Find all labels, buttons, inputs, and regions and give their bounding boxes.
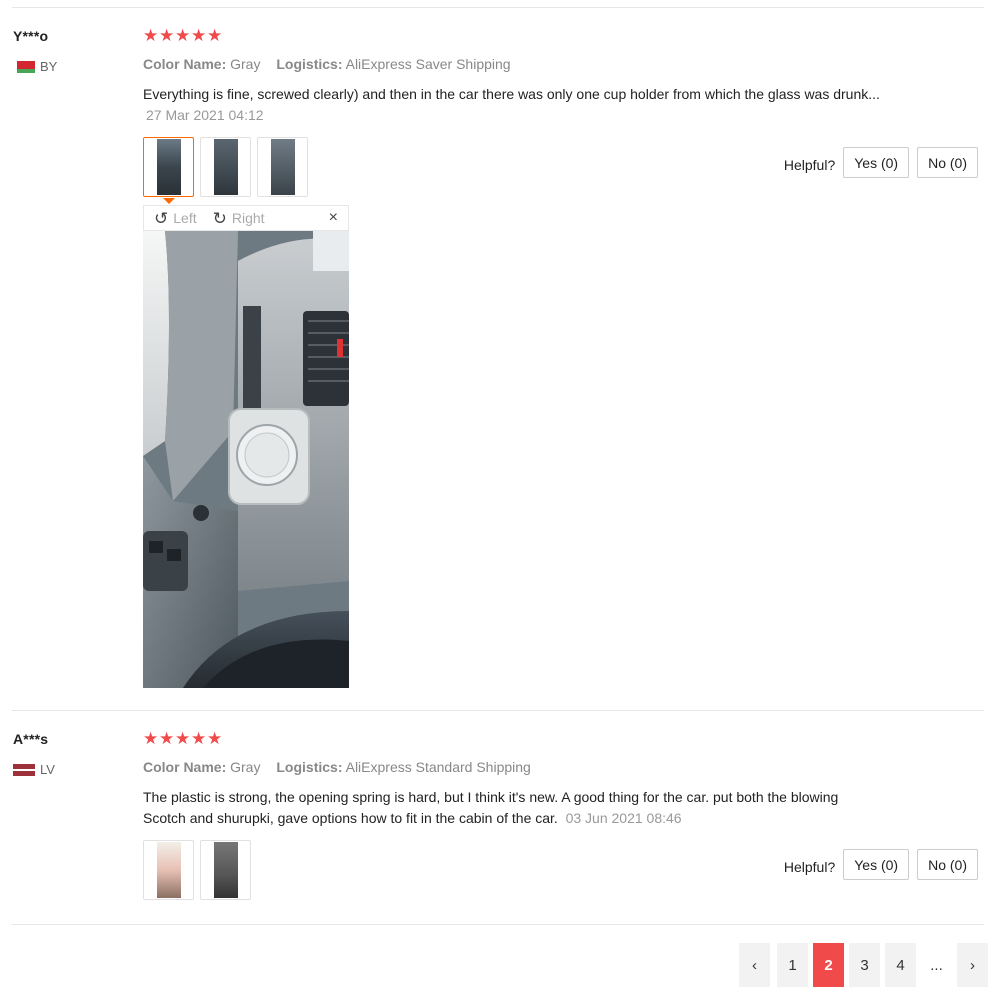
- review-text: Everything is fine, screwed clearly) and…: [143, 84, 903, 126]
- photo-viewer-toolbar: ↺ Left ↻ Right ×: [143, 205, 349, 231]
- reviewer-name: Y***o: [13, 28, 49, 44]
- page-button-3[interactable]: 3: [849, 943, 880, 987]
- prev-page-button[interactable]: ‹: [739, 943, 770, 987]
- car-interior-photo: [143, 231, 349, 688]
- helpful-label: Helpful?: [783, 156, 836, 173]
- helpful-yes-button[interactable]: Yes (0): [843, 147, 910, 178]
- reviewer-country: BY: [13, 59, 57, 74]
- helpful-no-button[interactable]: No (0): [917, 147, 978, 178]
- review-body: Everything is fine, screwed clearly) and…: [143, 86, 880, 102]
- helpful-no-button[interactable]: No (0): [917, 849, 978, 880]
- photo-thumbnail[interactable]: [143, 137, 194, 204]
- reviewer-country: LV: [13, 762, 55, 777]
- star-icon: ★: [191, 26, 207, 45]
- helpful-votes: Helpful? Yes (0) No (0): [784, 147, 978, 178]
- color-label: Color Name:: [143, 56, 227, 72]
- flag-by-icon: [13, 60, 35, 73]
- pagination: ‹ 1 2 3 4 ... ›: [739, 943, 988, 987]
- logistics-label: Logistics:: [276, 56, 343, 72]
- star-icon: ★: [191, 729, 207, 748]
- rotate-right-button[interactable]: ↻ Right: [213, 210, 265, 227]
- review-photos: [143, 840, 251, 900]
- flag-lv-icon: [13, 763, 35, 776]
- rotate-left-button[interactable]: ↺ Left: [154, 210, 197, 227]
- logistics-value: AliExpress Saver Shipping: [345, 56, 511, 72]
- top-divider: [12, 7, 984, 8]
- page-button-1[interactable]: 1: [777, 943, 808, 987]
- star-icon: ★: [159, 729, 175, 748]
- photo-thumbnail[interactable]: [200, 840, 251, 900]
- review-divider: [12, 710, 984, 711]
- rotate-right-icon: ↻: [212, 208, 227, 228]
- star-icon: ★: [159, 26, 175, 45]
- photo-thumbnail[interactable]: [200, 137, 251, 197]
- star-icon: ★: [175, 26, 191, 45]
- helpful-votes: Helpful? Yes (0) No (0): [784, 849, 978, 880]
- star-icon: ★: [207, 26, 223, 45]
- reviewer-name: A***s: [13, 731, 49, 747]
- review-body-text: Scotch and shurupki, gave options how to…: [143, 810, 558, 826]
- close-icon[interactable]: ×: [329, 209, 338, 227]
- star-rating: ★ ★ ★ ★ ★: [143, 26, 223, 45]
- country-code: LV: [40, 762, 55, 777]
- rotate-right-label: Right: [231, 210, 265, 226]
- helpful-label: Helpful?: [783, 858, 836, 875]
- logistics-label: Logistics:: [276, 759, 343, 775]
- page-button-2[interactable]: 2: [813, 943, 844, 987]
- star-rating: ★ ★ ★ ★ ★: [143, 729, 223, 748]
- review-body-line1: The plastic is strong, the opening sprin…: [143, 789, 839, 805]
- color-value: Gray: [230, 759, 261, 775]
- rotate-left-icon: ↺: [154, 208, 169, 228]
- rotate-left-label: Left: [173, 210, 197, 226]
- helpful-yes-button[interactable]: Yes (0): [843, 849, 910, 880]
- star-icon: ★: [175, 729, 191, 748]
- review-photos: [143, 137, 308, 204]
- review-text: The plastic is strong, the opening sprin…: [143, 787, 873, 829]
- order-info: Color Name: Gray Logistics: AliExpress S…: [143, 56, 511, 72]
- order-info: Color Name: Gray Logistics: AliExpress S…: [143, 759, 531, 775]
- review-date: 27 Mar 2021 04:12: [146, 107, 264, 123]
- review-date: 03 Jun 2021 08:46: [565, 810, 682, 826]
- photo-thumbnail[interactable]: [143, 840, 194, 900]
- page-ellipsis: ...: [921, 943, 952, 987]
- review-photo-large: [143, 231, 349, 688]
- logistics-value: AliExpress Standard Shipping: [345, 759, 531, 775]
- review-body-line2: Scotch and shurupki, gave options how to…: [143, 808, 873, 829]
- next-page-button[interactable]: ›: [957, 943, 988, 987]
- star-icon: ★: [143, 729, 159, 748]
- country-code: BY: [40, 59, 58, 74]
- color-label: Color Name:: [143, 759, 227, 775]
- star-icon: ★: [207, 729, 223, 748]
- page-button-4[interactable]: 4: [885, 943, 916, 987]
- photo-thumbnail[interactable]: [257, 137, 308, 197]
- color-value: Gray: [230, 56, 261, 72]
- star-icon: ★: [143, 26, 159, 45]
- review-divider: [12, 924, 984, 925]
